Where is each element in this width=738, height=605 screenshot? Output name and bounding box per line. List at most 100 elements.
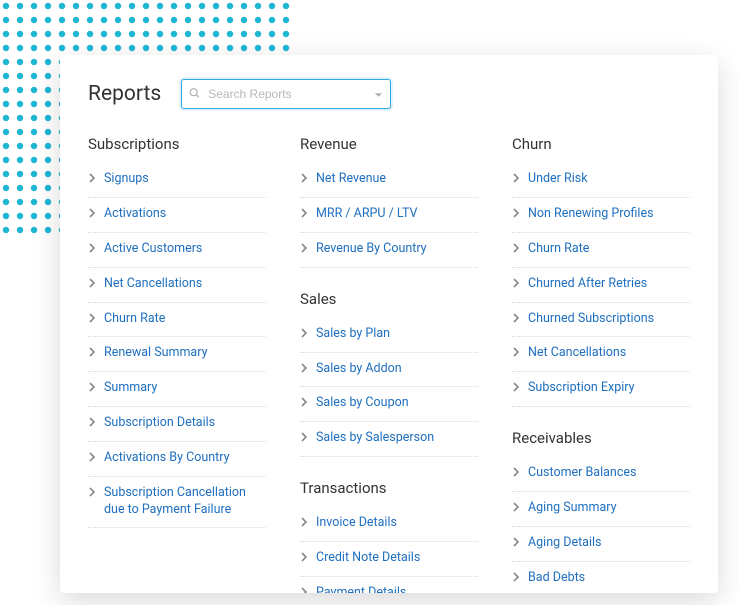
section: Churn Under Risk Non Renewing Profiles Chur… xyxy=(512,135,690,407)
report-link[interactable]: Active Customers xyxy=(104,241,202,258)
report-item: Net Cancellations xyxy=(88,268,266,303)
header: Reports xyxy=(88,79,690,109)
chevron-right-icon xyxy=(300,242,308,259)
report-link[interactable]: Subscription Details xyxy=(104,415,215,432)
column: Subscriptions Signups Activations Active Cu… xyxy=(88,135,266,593)
report-item: Signups xyxy=(88,163,266,198)
report-link[interactable]: Net Revenue xyxy=(316,171,386,188)
chevron-right-icon xyxy=(88,416,96,433)
report-item: Under Risk xyxy=(512,163,690,198)
section-title: Subscriptions xyxy=(88,135,266,153)
report-link[interactable]: Non Renewing Profiles xyxy=(528,206,654,223)
report-item: Subscription Details xyxy=(88,407,266,442)
report-item: Non Renewing Profiles xyxy=(512,198,690,233)
chevron-right-icon xyxy=(88,486,96,503)
chevron-right-icon xyxy=(88,381,96,398)
report-link[interactable]: Sales by Coupon xyxy=(316,395,409,412)
chevron-right-icon xyxy=(88,312,96,329)
report-item: Aging Summary xyxy=(512,492,690,527)
section: Receivables Customer Balances Aging Summar… xyxy=(512,429,690,593)
report-item: Sales by Plan xyxy=(300,318,478,353)
report-link[interactable]: Sales by Addon xyxy=(316,361,402,378)
report-link[interactable]: Under Risk xyxy=(528,171,588,188)
report-item: Summary xyxy=(88,372,266,407)
column: Churn Under Risk Non Renewing Profiles Chur… xyxy=(512,135,690,593)
report-link[interactable]: Bad Debts xyxy=(528,570,585,587)
chevron-right-icon xyxy=(300,172,308,189)
report-item: Sales by Salesperson xyxy=(300,422,478,457)
chevron-right-icon xyxy=(512,571,520,588)
page-title: Reports xyxy=(88,82,161,106)
section-title: Churn xyxy=(512,135,690,153)
chevron-right-icon xyxy=(512,466,520,483)
report-link[interactable]: Net Cancellations xyxy=(528,345,626,362)
report-link[interactable]: Aging Details xyxy=(528,535,602,552)
chevron-right-icon xyxy=(512,312,520,329)
report-item: MRR / ARPU / LTV xyxy=(300,198,478,233)
report-item: Customer Balances xyxy=(512,457,690,492)
report-link[interactable]: Churned After Retries xyxy=(528,276,647,293)
report-item: Bad Debts xyxy=(512,562,690,593)
report-link[interactable]: MRR / ARPU / LTV xyxy=(316,206,417,223)
report-link[interactable]: Aging Summary xyxy=(528,500,617,517)
report-item: Invoice Details xyxy=(300,507,478,542)
report-item: Churned Subscriptions xyxy=(512,303,690,338)
chevron-right-icon xyxy=(88,451,96,468)
chevron-right-icon xyxy=(512,381,520,398)
column: Revenue Net Revenue MRR / ARPU / LTV Revenu… xyxy=(300,135,478,593)
section: Subscriptions Signups Activations Active Cu… xyxy=(88,135,266,528)
report-link[interactable]: Subscription Expiry xyxy=(528,380,635,397)
reports-card: Reports Subscriptions Signups Activations A… xyxy=(60,55,718,593)
report-link[interactable]: Net Cancellations xyxy=(104,276,202,293)
report-link[interactable]: Sales by Plan xyxy=(316,326,390,343)
report-item: Churn Rate xyxy=(512,233,690,268)
report-item: Payment Details xyxy=(300,577,478,593)
report-link[interactable]: Sales by Salesperson xyxy=(316,430,434,447)
report-link[interactable]: Invoice Details xyxy=(316,515,397,532)
report-link[interactable]: Signups xyxy=(104,171,149,188)
chevron-right-icon xyxy=(512,172,520,189)
report-item: Activations xyxy=(88,198,266,233)
section: Sales Sales by Plan Sales by Addon Sales by… xyxy=(300,290,478,458)
chevron-right-icon xyxy=(88,242,96,259)
report-columns: Subscriptions Signups Activations Active Cu… xyxy=(88,135,690,593)
chevron-right-icon xyxy=(88,172,96,189)
section-title: Sales xyxy=(300,290,478,308)
report-item: Net Cancellations xyxy=(512,337,690,372)
section: Transactions Invoice Details Credit Note D… xyxy=(300,479,478,593)
section-title: Receivables xyxy=(512,429,690,447)
chevron-right-icon xyxy=(512,207,520,224)
report-item: Active Customers xyxy=(88,233,266,268)
report-link[interactable]: Payment Details xyxy=(316,585,406,593)
report-item: Activations By Country xyxy=(88,442,266,477)
chevron-right-icon xyxy=(300,551,308,568)
search-input[interactable] xyxy=(181,79,391,109)
chevron-right-icon xyxy=(88,346,96,363)
section-title: Revenue xyxy=(300,135,478,153)
chevron-right-icon xyxy=(512,501,520,518)
chevron-right-icon xyxy=(512,242,520,259)
report-item: Subscription Cancellation due to Payment… xyxy=(88,477,266,528)
chevron-right-icon xyxy=(300,431,308,448)
report-link[interactable]: Activations xyxy=(104,206,166,223)
report-link[interactable]: Customer Balances xyxy=(528,465,636,482)
report-item: Aging Details xyxy=(512,527,690,562)
section-title: Transactions xyxy=(300,479,478,497)
report-item: Sales by Addon xyxy=(300,353,478,388)
report-link[interactable]: Revenue By Country xyxy=(316,241,427,258)
report-item: Sales by Coupon xyxy=(300,387,478,422)
report-item: Subscription Expiry xyxy=(512,372,690,407)
chevron-right-icon xyxy=(300,396,308,413)
report-link[interactable]: Credit Note Details xyxy=(316,550,420,567)
report-link[interactable]: Subscription Cancellation due to Payment… xyxy=(104,485,266,519)
chevron-right-icon xyxy=(300,586,308,593)
report-link[interactable]: Churn Rate xyxy=(104,311,165,328)
report-link[interactable]: Summary xyxy=(104,380,157,397)
chevron-right-icon xyxy=(512,536,520,553)
report-link[interactable]: Renewal Summary xyxy=(104,345,208,362)
chevron-right-icon xyxy=(300,362,308,379)
report-link[interactable]: Activations By Country xyxy=(104,450,230,467)
chevron-right-icon xyxy=(300,516,308,533)
report-link[interactable]: Churn Rate xyxy=(528,241,589,258)
report-link[interactable]: Churned Subscriptions xyxy=(528,311,654,328)
